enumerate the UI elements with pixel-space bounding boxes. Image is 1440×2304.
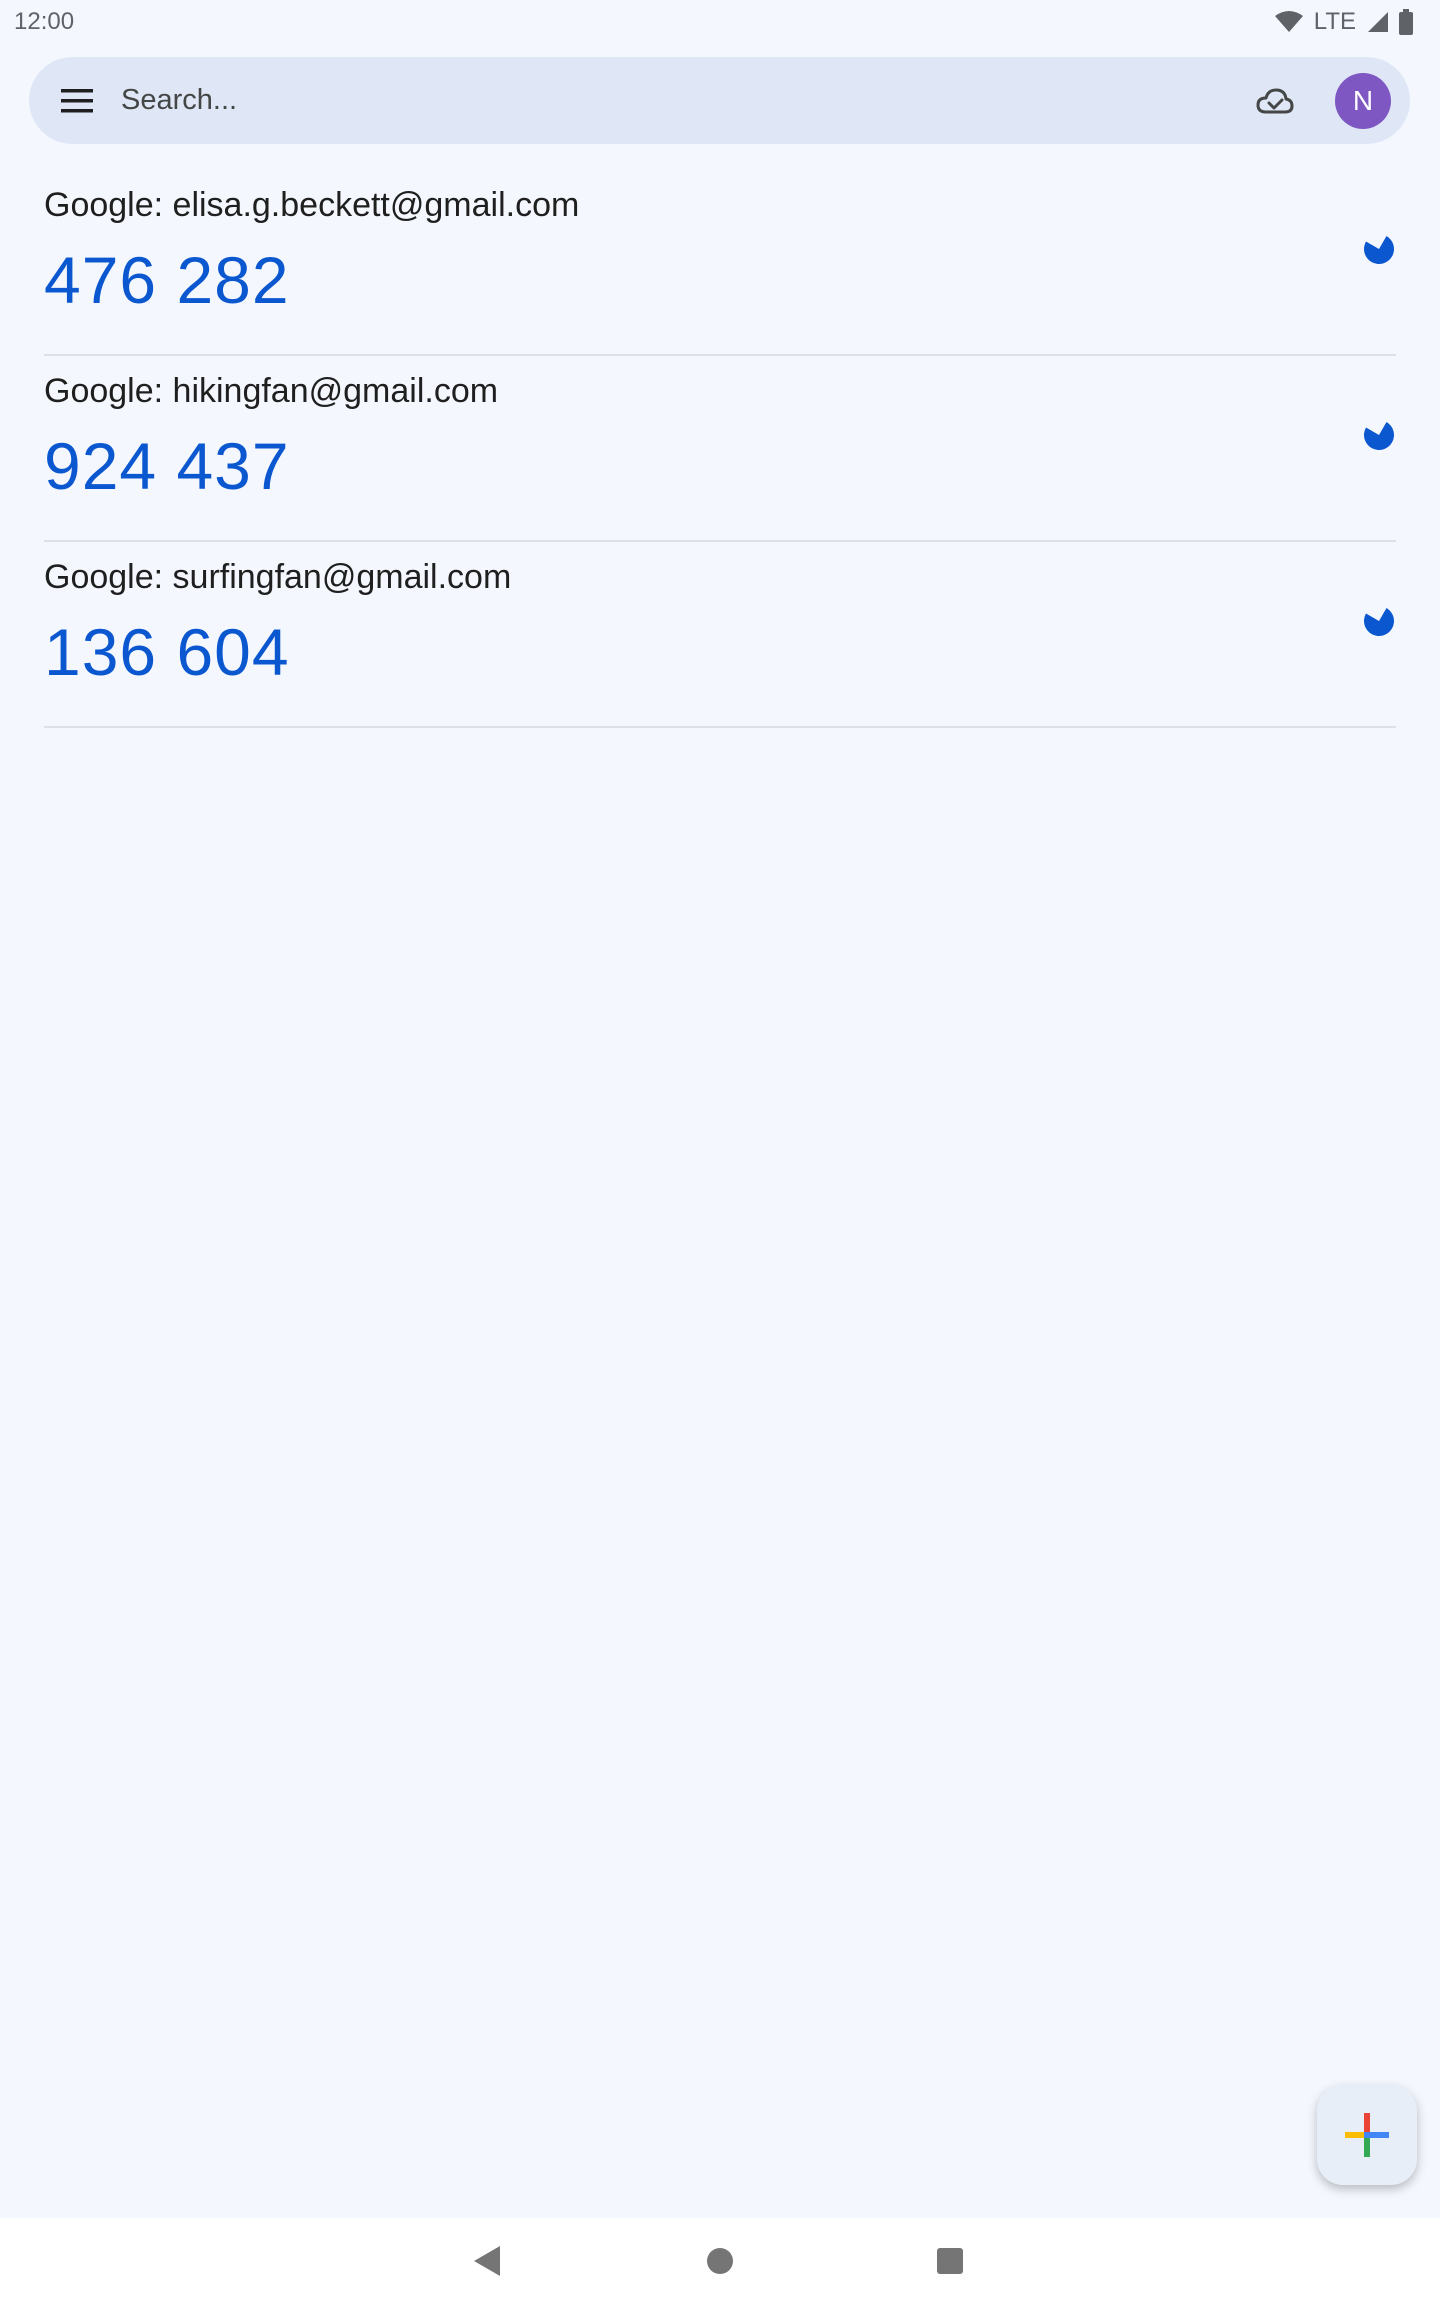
account-code: 476 282 xyxy=(44,243,290,317)
account-name: Google: elisa.g.beckett@gmail.com xyxy=(44,186,580,224)
home-button[interactable] xyxy=(697,2238,743,2284)
account-list: Google: elisa.g.beckett@gmail.com 476 28… xyxy=(44,170,1396,728)
account-name: Google: hikingfan@gmail.com xyxy=(44,372,499,410)
back-triangle-icon xyxy=(474,2246,500,2276)
status-time: 12:00 xyxy=(14,8,75,35)
back-button[interactable] xyxy=(466,2238,512,2284)
network-type-label: LTE xyxy=(1313,8,1356,35)
account-item[interactable]: Google: surfingfan@gmail.com 136 604 xyxy=(44,542,1396,728)
signal-icon xyxy=(1368,12,1388,32)
recents-square-icon xyxy=(937,2248,963,2274)
account-code: 136 604 xyxy=(44,615,290,689)
home-circle-icon xyxy=(707,2248,733,2274)
add-plus-icon xyxy=(1345,2113,1389,2157)
add-account-button[interactable] xyxy=(1317,2085,1417,2185)
recents-button[interactable] xyxy=(927,2238,973,2284)
wifi-icon xyxy=(1274,11,1303,32)
menu-icon[interactable] xyxy=(59,83,99,119)
countdown-timer-icon xyxy=(1364,608,1394,636)
account-item[interactable]: Google: hikingfan@gmail.com 924 437 xyxy=(44,356,1396,542)
status-icons: LTE xyxy=(1274,6,1414,38)
search-input[interactable] xyxy=(121,75,1171,125)
countdown-timer-icon xyxy=(1364,236,1394,264)
avatar[interactable]: N xyxy=(1335,73,1391,129)
search-bar: N xyxy=(29,57,1410,144)
avatar-initial: N xyxy=(1352,85,1374,116)
account-name: Google: surfingfan@gmail.com xyxy=(44,558,512,596)
status-bar: 12:00 LTE xyxy=(0,0,1440,44)
battery-icon xyxy=(1399,9,1413,35)
cloud-sync-icon[interactable] xyxy=(1255,81,1295,121)
account-item[interactable]: Google: elisa.g.beckett@gmail.com 476 28… xyxy=(44,170,1396,356)
account-code: 924 437 xyxy=(44,429,290,503)
countdown-timer-icon xyxy=(1364,422,1394,450)
system-nav-bar xyxy=(0,2218,1440,2304)
